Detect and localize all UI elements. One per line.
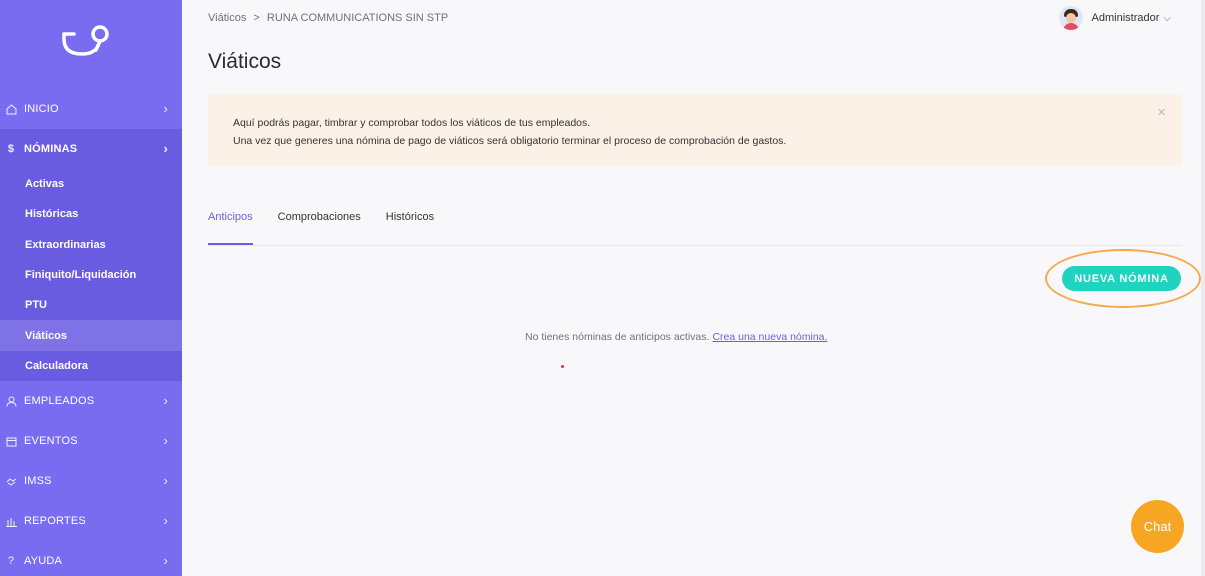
chevron-right-icon: › [163, 393, 168, 409]
cursor-dot [561, 365, 564, 368]
bar-chart-icon [4, 514, 18, 528]
sidebar-item-eventos[interactable]: EVENTOS › [0, 421, 182, 461]
empty-state-text: No tienes nóminas de anticipos activas. [525, 331, 710, 343]
sidebar-item-inicio[interactable]: INICIO › [0, 89, 182, 129]
tab-comprobaciones[interactable]: Comprobaciones [278, 201, 361, 245]
sidebar-item-label: AYUDA [24, 555, 63, 568]
submenu-item-historicas[interactable]: Históricas [0, 199, 182, 229]
chevron-right-icon: › [163, 433, 168, 449]
handshake-icon [4, 474, 18, 488]
page-title: Viáticos [208, 50, 282, 73]
sidebar-item-empleados[interactable]: EMPLEADOS › [0, 381, 182, 421]
question-icon: ? [7, 555, 15, 568]
scrollbar[interactable] [1201, 0, 1205, 576]
sidebar-item-label: EVENTOS [24, 435, 78, 448]
info-alert: Aquí podrás pagar, timbrar y comprobar t… [208, 94, 1182, 166]
user-name: Administrador [1091, 12, 1160, 24]
calendar-icon [4, 434, 18, 448]
submenu-item-ptu[interactable]: PTU [0, 290, 182, 320]
submenu-item-finiquito[interactable]: Finiquito/Liquidación [0, 260, 182, 290]
breadcrumb-separator: > [253, 12, 260, 24]
sidebar-item-nominas[interactable]: $ NÓMINAS › [0, 129, 182, 169]
breadcrumb-item-viaticos[interactable]: Viáticos [208, 12, 246, 24]
nominas-submenu: Activas Históricas Extraordinarias Finiq… [0, 169, 182, 382]
sidebar-item-reportes[interactable]: REPORTES › [0, 501, 182, 541]
chevron-right-icon: › [163, 101, 168, 116]
chevron-down-icon: ⌵ [1163, 12, 1171, 24]
sidebar-item-label: REPORTES [24, 515, 86, 528]
close-icon[interactable]: × [1157, 104, 1166, 122]
breadcrumb-item-company: RUNA COMMUNICATIONS SIN STP [266, 12, 449, 24]
runa-logo[interactable] [60, 22, 114, 62]
empty-state: No tienes nóminas de anticipos activas. C… [525, 331, 827, 343]
create-nomina-link[interactable]: Crea una nueva nómina. [712, 331, 827, 343]
chevron-right-icon: › [163, 141, 168, 156]
tab-anticipos[interactable]: Anticipos [208, 201, 253, 245]
submenu-item-calculadora[interactable]: Calculadora [0, 351, 182, 381]
chat-button[interactable]: Chat [1131, 500, 1184, 553]
sidebar-nav: INICIO › $ NÓMINAS › Activas Históricas … [0, 89, 182, 576]
dollar-icon: $ [7, 143, 15, 155]
submenu-item-extraordinarias[interactable]: Extraordinarias [0, 230, 182, 260]
nueva-nomina-button[interactable]: NUEVA NÓMINA [1062, 266, 1181, 291]
chevron-right-icon: › [163, 513, 168, 529]
alert-line-2: Una vez que generes una nómina de pago d… [233, 135, 787, 147]
sidebar-item-ayuda[interactable]: ? AYUDA › [0, 541, 182, 576]
home-icon [4, 102, 18, 116]
main-content: Viáticos > RUNA COMMUNICATIONS SIN STP A… [182, 0, 1205, 576]
tabs: Anticipos Comprobaciones Históricos [208, 201, 1182, 246]
sidebar: INICIO › $ NÓMINAS › Activas Históricas … [0, 0, 182, 576]
avatar [1058, 6, 1083, 30]
submenu-item-activas[interactable]: Activas [0, 169, 182, 199]
tab-historicos[interactable]: Históricos [386, 201, 434, 245]
alert-line-1: Aquí podrás pagar, timbrar y comprobar t… [233, 117, 591, 129]
sidebar-item-imss[interactable]: IMSS › [0, 461, 182, 501]
sidebar-item-label: NÓMINAS [24, 143, 78, 155]
user-menu[interactable]: Administrador ⌵ [1058, 6, 1171, 30]
user-icon [4, 394, 18, 408]
chevron-right-icon: › [163, 473, 168, 489]
submenu-item-viaticos[interactable]: Viáticos [0, 320, 182, 351]
sidebar-item-label: IMSS [24, 475, 52, 488]
chevron-right-icon: › [163, 553, 168, 569]
sidebar-item-label: INICIO [24, 103, 59, 115]
sidebar-item-label: EMPLEADOS [24, 395, 95, 408]
breadcrumb: Viáticos > RUNA COMMUNICATIONS SIN STP [208, 12, 448, 24]
